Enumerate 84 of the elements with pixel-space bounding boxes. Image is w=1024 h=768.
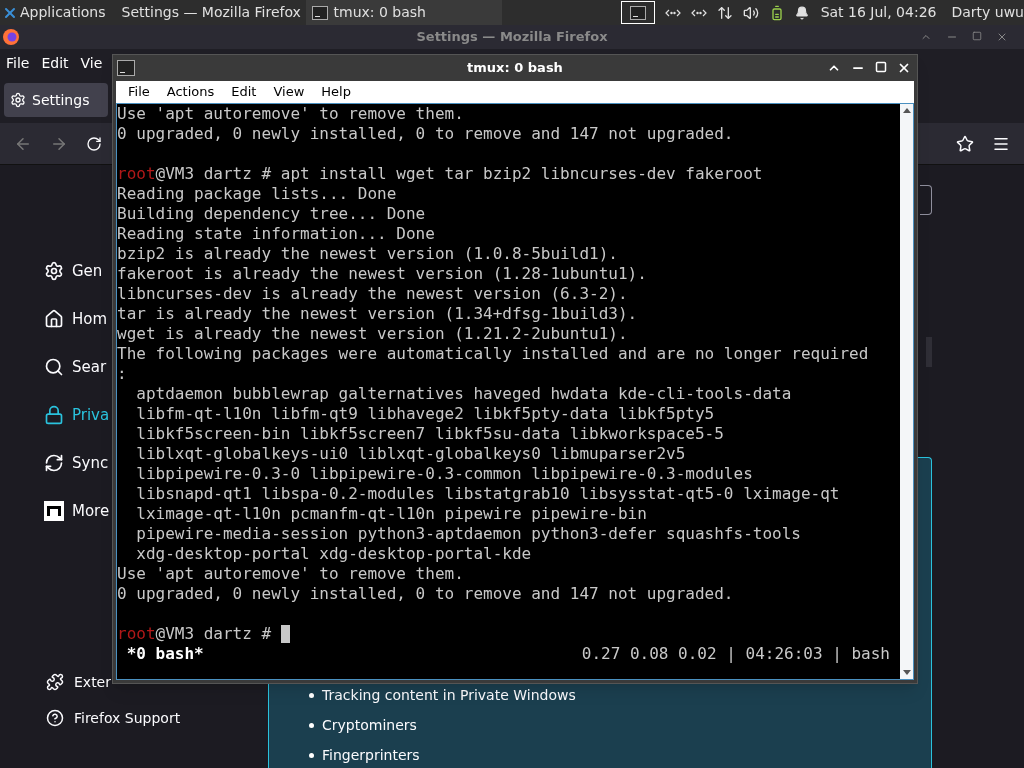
menu-item[interactable]: Actions [166, 82, 215, 102]
menu-item[interactable]: Help [321, 82, 351, 102]
notifications-icon[interactable] [794, 5, 809, 20]
terminal-line: xdg-desktop-portal xdg-desktop-portal-kde [135, 544, 533, 564]
terminal-line: libsnapd-qt1 libspa-0.2-modules libstatgrab10 libsysstat-qt5-0 lximage-qt [135, 484, 841, 504]
list-item: Tracking content in Private Windows [322, 686, 576, 704]
terminal-icon [117, 60, 135, 76]
terminal-line: pipewire-media-session python3-aptdaemon python3-defer squashfs-tools [135, 524, 802, 544]
terminal-line: bzip2 is already the newest version (1.0.8-5build1). [117, 244, 619, 264]
applications-menu[interactable]: Applications [0, 0, 110, 25]
menu-item[interactable]: Vie [80, 52, 103, 74]
user-name[interactable]: Darty uwu [951, 2, 1024, 23]
close-icon[interactable] [897, 61, 911, 75]
scroll-down-icon[interactable] [902, 670, 911, 675]
sidebar-item[interactable]: More [44, 487, 110, 535]
prompt-user: root [117, 164, 156, 184]
bullet-icon [309, 722, 314, 728]
menu-item[interactable]: Edit [41, 52, 69, 74]
tmux-status: 0.27 0.08 0.02 | 04:26:03 | bash [581, 644, 890, 664]
bullet-icon [309, 692, 314, 698]
terminal-line: aptdaemon bubblewrap galternatives haveged hwdata kde-cli-tools-data [135, 384, 793, 404]
terminal-line: The following packages were automatically installed and are no longer required [117, 344, 870, 364]
sync-icon [44, 453, 64, 473]
menu-item[interactable]: Edit [231, 82, 257, 102]
scrollbar[interactable] [900, 104, 913, 679]
window-title: tmux: 0 bash [467, 59, 563, 78]
menu-item[interactable]: File [128, 82, 150, 102]
gear-icon [44, 261, 64, 281]
terminal-icon [311, 5, 328, 20]
bookmark-star-icon[interactable] [956, 134, 974, 153]
list-item: Fingerprinters [322, 746, 420, 764]
search-icon [44, 357, 64, 377]
terminal-line: libkf5screen-bin libkf5screen7 libkf5su-data libkworkspace5-5 [135, 424, 725, 444]
sidebar-item[interactable]: Sear [44, 343, 107, 391]
sidebar-item[interactable]: Gen [44, 247, 103, 295]
terminal-line: libpipewire-0.3-0 libpipewire-0.3-common libpipewire-0.3-modules [135, 464, 754, 484]
terminal-line: Reading package lists... Done [117, 184, 398, 204]
terminal-icon [629, 5, 646, 20]
network-icon[interactable] [664, 8, 681, 17]
terminal-line: lximage-qt-l10n pcmanfm-qt-l10n pipewire pipewire-bin [135, 504, 648, 524]
terminal-line: @VM3 dartz # [155, 624, 273, 644]
bullet-icon [309, 752, 314, 758]
sidebar-link[interactable]: Firefox Support [44, 700, 181, 736]
terminal-line: wget is already the newest version (1.21.2-2ubuntu1). [117, 324, 629, 344]
taskbar-task[interactable]: tmux: 0 bash [305, 0, 502, 25]
terminal-line: tar is already the newest version (1.34+dfsg-1build3). [117, 304, 639, 324]
terminal-line: Use 'apt autoremove' to remove them. [117, 564, 465, 584]
menu-item[interactable]: View [273, 82, 305, 102]
terminal-line: Building dependency tree... Done [117, 204, 427, 224]
search-field[interactable] [920, 185, 932, 215]
puzzle-icon [46, 673, 64, 691]
transfer-icon[interactable] [716, 4, 733, 21]
terminal-line: : [117, 364, 128, 384]
terminal-launcher[interactable] [620, 1, 655, 24]
sidebar-item[interactable]: Hom [44, 295, 108, 343]
terminal-line: 0 upgraded, 0 newly installed, 0 to remove and 147 not upgraded. [117, 124, 735, 144]
terminal-line: fakeroot is already the newest version (1.28-1ubuntu1). [117, 264, 648, 284]
clock[interactable]: Sat 16 Jul, 04:26 [820, 2, 937, 23]
sidebar-item[interactable]: Priva [44, 391, 110, 439]
tmux-window-list: *0 bash* [117, 644, 204, 664]
sidebar-item[interactable]: Sync [44, 439, 109, 487]
list-item: Cryptominers [322, 716, 417, 734]
terminal-line: Use 'apt autoremove' to remove them. [117, 104, 465, 124]
terminal-line: 0 upgraded, 0 newly installed, 0 to remove and 147 not upgraded. [117, 584, 735, 604]
terminal-line: @VM3 dartz # apt install wget tar bzip2 libncurses-dev fakeroot [155, 164, 763, 184]
home-icon [44, 309, 64, 329]
browser-tab[interactable]: Settings [4, 83, 108, 117]
m-logo-icon [44, 501, 64, 521]
volume-icon[interactable] [742, 4, 759, 21]
sidebar-link[interactable]: Exter [44, 664, 111, 700]
scroll-up-icon[interactable] [902, 108, 911, 113]
lock-icon [44, 405, 64, 425]
network-icon[interactable] [690, 8, 707, 17]
firefox-icon [2, 28, 20, 46]
window-title: Settings — Mozilla Firefox [416, 28, 608, 47]
terminal-line: Reading state information... Done [117, 224, 436, 244]
terminal-line: liblxqt-globalkeys-ui0 liblxqt-globalkeys0 libmuparser2v5 [135, 444, 687, 464]
help-icon [46, 709, 64, 727]
terminal-line: libncurses-dev is already the newest version (6.3-2). [117, 284, 629, 304]
menu-item[interactable]: File [6, 52, 30, 74]
terminal-line: libfm-qt-l10n libfm-qt9 libhavege2 libkf5pty-data libkf5pty5 [135, 404, 716, 424]
reload-icon[interactable] [86, 135, 102, 152]
prompt-user: root [117, 624, 156, 644]
gear-icon [10, 92, 26, 108]
